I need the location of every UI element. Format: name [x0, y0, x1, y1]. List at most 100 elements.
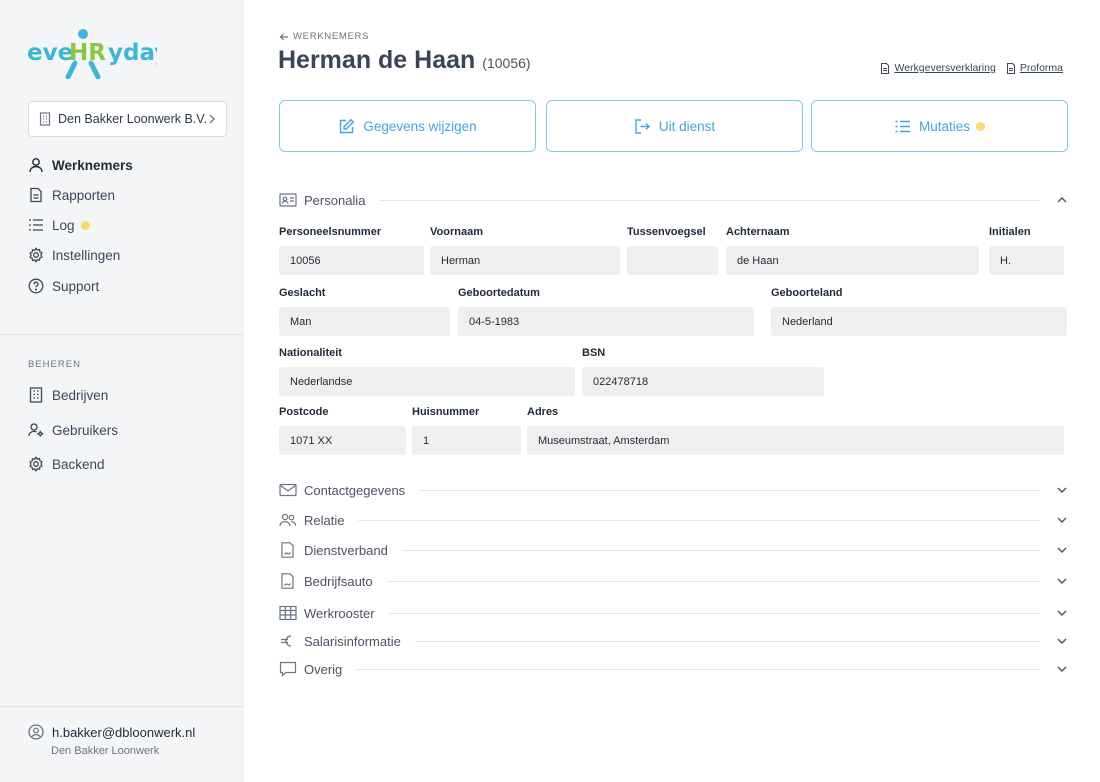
field-tussenvoegsel: Tussenvoegsel	[627, 226, 718, 275]
field-label: BSN	[582, 347, 606, 359]
section-overig[interactable]: Overig	[279, 659, 1068, 679]
section-dienstverband[interactable]: Dienstverband	[279, 540, 1068, 560]
section-title: Salarisinformatie	[304, 633, 401, 649]
list-icon	[895, 120, 910, 132]
nav-label: Backend	[52, 456, 105, 472]
section-werkrooster[interactable]: Werkrooster	[279, 603, 1068, 623]
chevron-down-icon[interactable]	[1056, 607, 1068, 619]
field-label: Postcode	[279, 406, 329, 418]
sidebar-divider	[0, 334, 244, 335]
user-icon	[29, 158, 43, 173]
svg-text:eve: eve	[27, 40, 73, 66]
arrow-left-icon	[279, 33, 288, 40]
building-icon	[39, 112, 51, 126]
nav-label: Rapporten	[52, 187, 116, 203]
nationaliteit-value: Nederlandse	[279, 367, 575, 396]
nav-label: Instellingen	[52, 247, 121, 263]
notification-dot	[976, 121, 986, 131]
section-title: Personalia	[304, 192, 366, 208]
section-divider	[358, 519, 1040, 521]
field-label: Geboortedatum	[458, 287, 540, 299]
everyday-logo[interactable]: eve HR yday	[27, 27, 157, 79]
contract-icon	[281, 542, 294, 558]
werkgeversverklaring-link[interactable]: Werkgeversverklaring	[880, 62, 996, 74]
geboorteland-value: Nederland	[771, 307, 1067, 336]
nav-item-log[interactable]: Log	[28, 215, 90, 235]
help-icon	[28, 278, 44, 294]
geslacht-value: Man	[279, 307, 450, 336]
field-geboortedatum: Geboortedatum 04-5-1983	[458, 287, 754, 336]
postcode-value: 1071 XX	[279, 426, 406, 455]
employee-id: (10056)	[482, 55, 531, 71]
section-title: Relatie	[304, 512, 345, 528]
section-salarisinformatie[interactable]: Salarisinformatie	[279, 631, 1068, 651]
nav-item-rapporten[interactable]: Rapporten	[28, 185, 115, 205]
personeelsnummer-value: 10056	[279, 246, 424, 275]
document-icon	[30, 187, 42, 203]
field-achternaam: Achternaam de Haan	[726, 226, 979, 275]
button-label: Gegevens wijzigen	[363, 118, 477, 134]
list-icon	[29, 219, 43, 231]
nav-label: Bedrijven	[52, 387, 109, 403]
company-selector-label: Den Bakker Loonwerk B.V.	[58, 112, 207, 126]
field-label: Voornaam	[430, 226, 483, 238]
nav-label: Gebruikers	[52, 422, 119, 438]
user-circle-icon	[28, 724, 44, 740]
chevron-down-icon[interactable]	[1056, 514, 1068, 526]
users-cog-icon	[28, 423, 44, 437]
field-label: Huisnummer	[412, 406, 480, 418]
sidebar: eve HR yday Den Bakker Loonwerk B.V. Wer…	[0, 0, 244, 782]
file-icon	[881, 62, 890, 74]
huisnummer-value: 1	[412, 426, 521, 455]
nav-item-backend[interactable]: Backend	[28, 454, 105, 474]
company-selector[interactable]: Den Bakker Loonwerk B.V.	[28, 101, 227, 137]
chevron-right-icon	[209, 114, 215, 124]
chevron-down-icon[interactable]	[1056, 544, 1068, 556]
section-title: Dienstverband	[304, 542, 388, 558]
edit-details-button[interactable]: Gegevens wijzigen	[279, 100, 536, 152]
geboortedatum-value: 04-5-1983	[458, 307, 754, 336]
user-email: h.bakker@dbloonwerk.nl	[52, 724, 196, 740]
chevron-up-icon[interactable]	[1056, 194, 1068, 206]
nav-item-instellingen[interactable]: Instellingen	[28, 245, 120, 265]
section-divider	[401, 549, 1040, 551]
gear-icon	[29, 247, 43, 263]
field-geslacht: Geslacht Man	[279, 287, 450, 336]
breadcrumb[interactable]: WERKNEMERS	[279, 31, 369, 42]
nav-label: Log	[52, 217, 75, 233]
field-nationaliteit: Nationaliteit Nederlandse	[279, 347, 575, 396]
field-label: Adres	[527, 406, 559, 418]
section-title: Bedrijfsauto	[304, 573, 373, 589]
tussenvoegsel-value	[627, 246, 718, 275]
section-bedrijfsauto[interactable]: Bedrijfsauto	[279, 571, 1068, 591]
chevron-down-icon[interactable]	[1056, 663, 1068, 675]
achternaam-value: de Haan	[726, 246, 979, 275]
field-label: Achternaam	[726, 226, 790, 238]
gear-icon	[29, 456, 43, 472]
svg-text:yday: yday	[108, 40, 157, 66]
nav-label: Support	[52, 278, 100, 294]
field-label: Geboorteland	[771, 287, 843, 299]
section-relatie[interactable]: Relatie	[279, 510, 1068, 530]
chevron-down-icon[interactable]	[1056, 575, 1068, 587]
nav-item-werknemers[interactable]: Werknemers	[28, 155, 133, 175]
field-geboorteland: Geboorteland Nederland	[771, 287, 1067, 336]
mutations-button[interactable]: Mutaties	[811, 100, 1068, 152]
section-contactgegevens[interactable]: Contactgegevens	[279, 480, 1068, 500]
chevron-down-icon[interactable]	[1056, 635, 1068, 647]
chat-icon	[279, 661, 297, 677]
chevron-down-icon[interactable]	[1056, 484, 1068, 496]
section-personalia[interactable]: Personalia	[279, 190, 1068, 210]
car-document-icon	[281, 573, 294, 589]
section-title: Werkrooster	[304, 605, 375, 621]
id-card-icon	[279, 193, 297, 207]
user-account[interactable]: h.bakker@dbloonwerk.nl Den Bakker Loonwe…	[28, 724, 195, 757]
field-label: Initialen	[989, 226, 1031, 238]
field-personeelsnummer: Personeelsnummer 10056	[279, 226, 424, 275]
proforma-link[interactable]: Proforma	[1006, 62, 1063, 74]
nav-item-bedrijven[interactable]: Bedrijven	[28, 385, 108, 405]
nav-item-gebruikers[interactable]: Gebruikers	[28, 420, 118, 440]
out-of-service-button[interactable]: Uit dienst	[546, 100, 803, 152]
nav-item-support[interactable]: Support	[28, 276, 99, 296]
link-label: Proforma	[1019, 62, 1063, 74]
